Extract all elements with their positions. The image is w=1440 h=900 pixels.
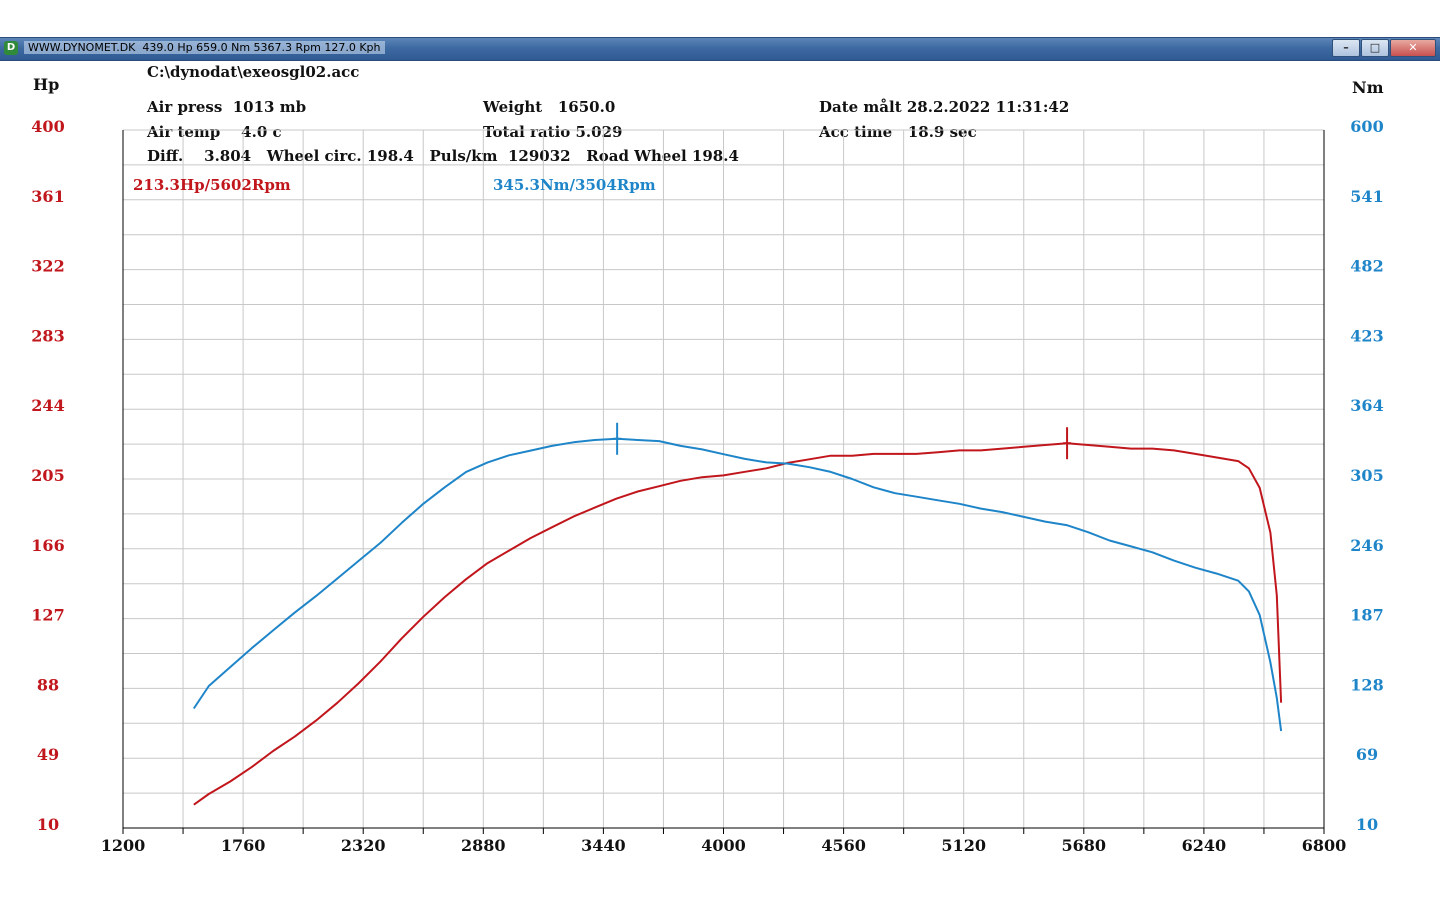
torque-curve [192, 437, 1283, 732]
y-left-tick-label: 283 [31, 326, 64, 345]
y-right-tick-label: 10 [1356, 815, 1378, 834]
y-right-tick-label: 482 [1350, 257, 1383, 276]
y-right-tick-label: 128 [1350, 675, 1383, 694]
torque-peak-label: 345.3Nm/3504Rpm [493, 176, 656, 194]
x-tick-label: 5120 [941, 836, 986, 855]
x-tick-label: 2320 [341, 836, 386, 855]
y-right-tick-label: 187 [1350, 606, 1383, 625]
y-right-tick-label: 423 [1350, 326, 1383, 345]
y-right-tick-label: 69 [1356, 745, 1378, 764]
y-right-tick-label: 246 [1350, 536, 1383, 555]
x-tick-label: 5680 [1062, 836, 1107, 855]
x-tick-label: 2880 [461, 836, 506, 855]
y-left-tick-label: 322 [31, 257, 64, 276]
x-tick-label: 3440 [581, 836, 626, 855]
y-left-tick-label: 166 [31, 536, 64, 555]
y-left-tick-label: 361 [31, 187, 64, 206]
y-left-tick-label: 10 [37, 815, 59, 834]
y-left-tick-label: 400 [31, 117, 64, 136]
y-left-tick-label: 127 [31, 606, 64, 625]
y-left-tick-label: 205 [31, 466, 64, 485]
dyno-chart: 1200 1760 2320 2880 3440 4000 4560 5120 5680 6240… [31, 117, 1383, 855]
y-right-tick-label: 541 [1350, 187, 1383, 206]
y-right-tick-label: 305 [1350, 466, 1383, 485]
x-tick-label: 4000 [701, 836, 746, 855]
power-curve [193, 442, 1283, 806]
power-peak-label: 213.3Hp/5602Rpm [133, 176, 291, 194]
y-right-tick-label: 600 [1350, 117, 1383, 136]
y-left-tick-label: 88 [37, 675, 59, 694]
x-tick-label: 6240 [1182, 836, 1227, 855]
y-left-tick-label: 244 [31, 396, 64, 415]
x-tick-label: 4560 [821, 836, 866, 855]
x-tick-label: 1200 [101, 836, 146, 855]
x-tick-label: 1760 [221, 836, 266, 855]
y-left-tick-label: 49 [37, 745, 59, 764]
y-right-tick-label: 364 [1350, 396, 1383, 415]
x-tick-label: 6800 [1302, 836, 1347, 855]
